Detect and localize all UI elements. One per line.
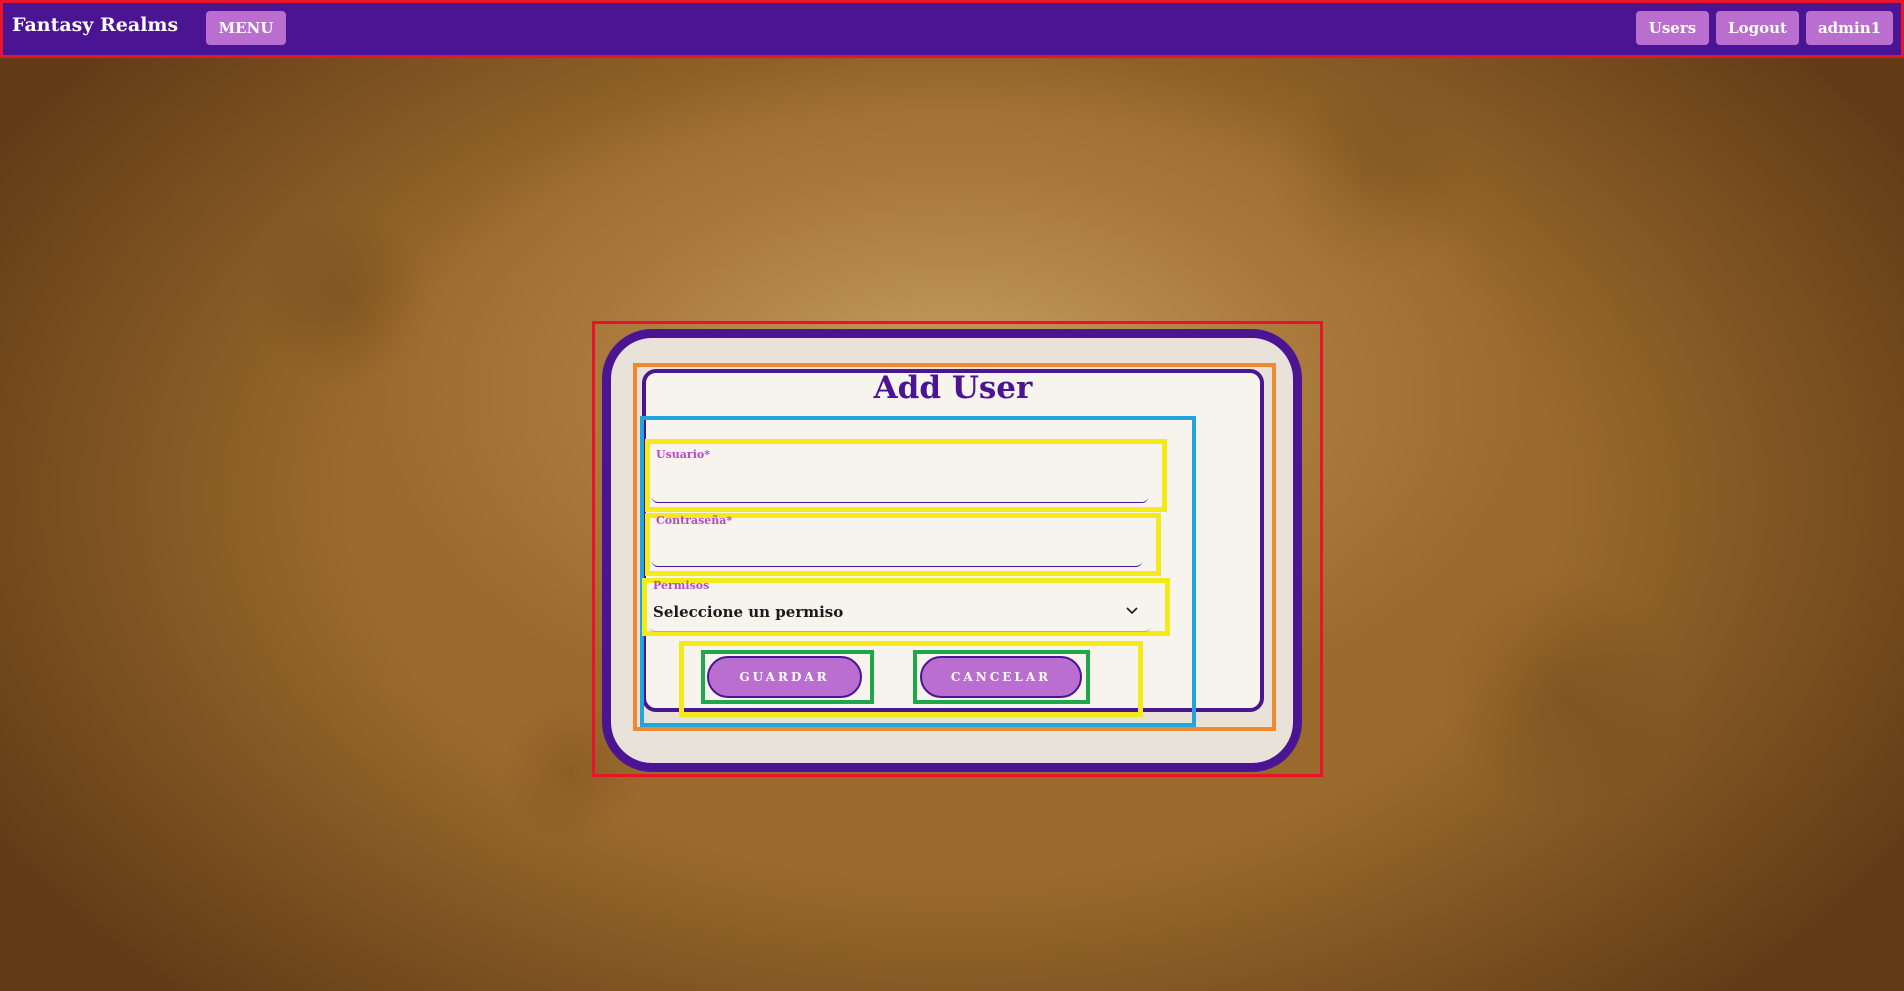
page-title: Add User (873, 370, 1033, 406)
required-mark: * (704, 448, 710, 461)
menu-button[interactable]: MENU (206, 11, 286, 45)
logout-link[interactable]: Logout (1716, 11, 1799, 45)
save-button[interactable]: GUARDAR (707, 656, 862, 698)
brand-title[interactable]: Fantasy Realms (12, 14, 178, 36)
usuario-input[interactable] (652, 475, 1148, 503)
account-link[interactable]: admin1 (1806, 11, 1893, 45)
top-navbar: Fantasy Realms MENU Users Logout admin1 (0, 0, 1904, 58)
permiso-select-value: Seleccione un permiso (653, 603, 844, 621)
password-label-text: Contraseña (656, 514, 727, 527)
usuario-label-text: Usuario (656, 448, 705, 461)
password-input[interactable] (652, 539, 1142, 567)
cancel-button-wrap: CANCELAR (913, 650, 1090, 704)
users-link[interactable]: Users (1636, 11, 1709, 45)
chevron-down-icon (1126, 607, 1138, 615)
usuario-label: Usuario* (656, 448, 710, 461)
permiso-label: Permisos (653, 579, 710, 592)
required-mark: * (726, 514, 733, 527)
permiso-field-group: Permisos Seleccione un permiso (642, 578, 1170, 636)
permiso-select[interactable]: Seleccione un permiso (649, 596, 1151, 632)
save-button-wrap: GUARDAR (701, 650, 874, 704)
cancel-button[interactable]: CANCELAR (920, 656, 1082, 698)
password-label: Contraseña* (656, 514, 732, 527)
usuario-field-group: Usuario* (645, 439, 1167, 512)
password-field-group: Contraseña* (645, 513, 1161, 576)
